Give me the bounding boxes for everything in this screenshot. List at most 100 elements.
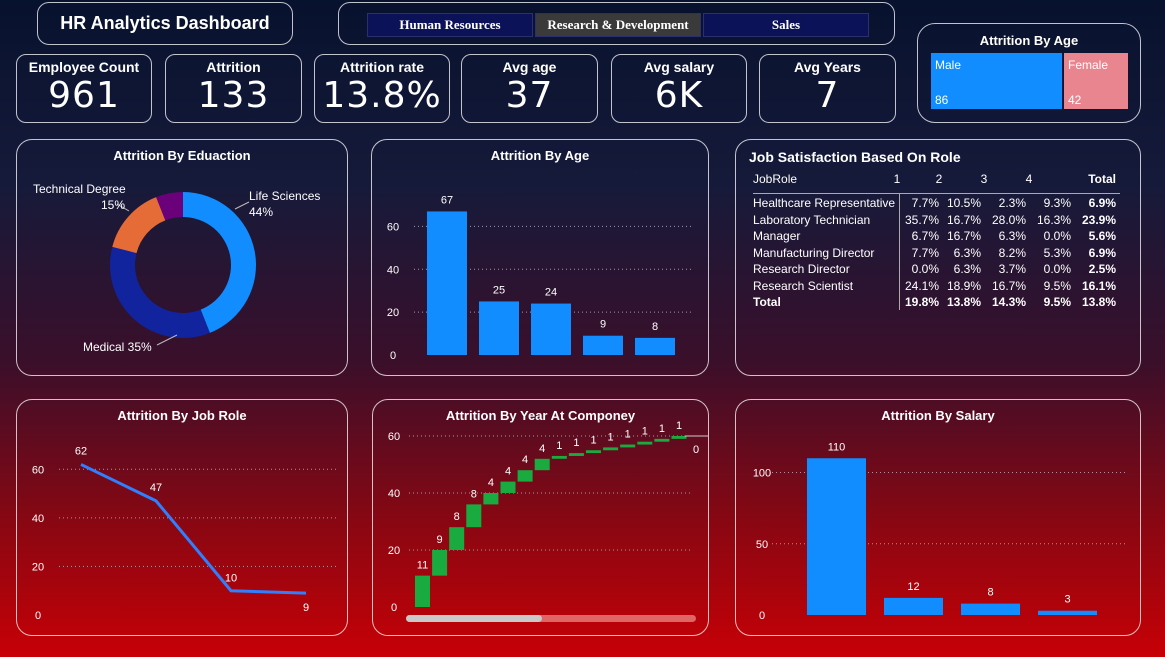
age-bar-panel: Attrition By Age 0 20 40 60 67 25 24 9 8 (371, 139, 709, 376)
waterfall-bar[interactable] (517, 470, 533, 482)
data-label: 1 (608, 431, 614, 443)
male-value: 86 (935, 93, 949, 107)
female-label: Female (1068, 58, 1109, 72)
waterfall-bar[interactable] (466, 504, 482, 528)
kpi-attrition-rate: Attrition rate 13.8% (314, 54, 450, 123)
med-leader-line (156, 334, 178, 346)
waterfall-bar[interactable] (568, 453, 584, 456)
y-tick-label: 40 (388, 488, 400, 500)
bar[interactable] (531, 303, 571, 355)
table-cell-value: 1 (893, 172, 901, 186)
table-cell-value: 23.9% (1081, 212, 1116, 227)
life-leader-line (234, 201, 250, 210)
bar[interactable] (427, 211, 467, 355)
kpi-label: Avg age (502, 59, 557, 75)
life-sciences-label: Life Sciences (249, 189, 320, 203)
horizontal-scrollbar-track[interactable] (406, 615, 696, 622)
y-tick-label: 20 (32, 561, 44, 573)
waterfall-bar[interactable] (415, 575, 430, 607)
series-line[interactable] (80, 463, 307, 595)
waterfall-bar[interactable] (603, 447, 619, 451)
bar[interactable] (635, 337, 675, 355)
kpi-value: 6K (654, 75, 704, 116)
data-label: 10 (225, 573, 237, 585)
table-cell-value: 24.1% (904, 278, 939, 293)
department-tabs: Human Resources Research & Development S… (338, 2, 895, 45)
kpi-avg-years: Avg Years 7 (759, 54, 896, 123)
tab-human-resources[interactable]: Human Resources (367, 13, 533, 37)
bar[interactable] (1038, 610, 1097, 615)
waterfall-bar[interactable] (654, 438, 670, 442)
waterfall-bar[interactable] (483, 493, 499, 505)
table-cell-value: 5.6% (1088, 229, 1116, 243)
table-cell-value: 6.7% (911, 229, 939, 243)
table-cell-value: 6.3% (953, 262, 981, 276)
data-label: 1 (625, 429, 631, 441)
table-cell-role: Laboratory Technician (753, 212, 871, 227)
table-row: Research Director 0.0% 6.3% 3.7% 0.0% 2.5% (753, 262, 1133, 278)
data-label: 62 (75, 445, 87, 457)
y-tick-label: 0 (35, 610, 41, 622)
data-label: 1 (590, 434, 596, 446)
waterfall-bar[interactable] (637, 441, 653, 445)
dashboard-title: HR Analytics Dashboard (60, 13, 270, 33)
job-satisfaction-panel: Job Satisfaction Based On Role JobRole 1 2… (735, 139, 1141, 376)
waterfall-bar[interactable] (671, 436, 687, 439)
tab-sales[interactable]: Sales (703, 13, 869, 37)
waterfall-bar[interactable] (586, 450, 601, 454)
salary-bar-panel: Attrition By Salary 0 50 100 110 12 8 3 (735, 399, 1141, 636)
table-cell-value: 19.8% (904, 295, 939, 309)
table-cell-value: 0.0% (1043, 229, 1071, 243)
kpi-value: 133 (197, 75, 270, 116)
table-cell-value: 9.5% (1043, 278, 1071, 293)
y-tick-label: 40 (32, 513, 44, 525)
years-waterfall-chart: 0204060119884444 1 1 1 1 1 1 1 10 (388, 420, 708, 614)
data-label: 24 (545, 287, 557, 299)
data-label: 9 (303, 602, 309, 614)
horizontal-scrollbar-thumb[interactable] (406, 615, 542, 622)
waterfall-bar[interactable] (432, 550, 448, 576)
data-label: 8 (652, 321, 658, 333)
bar[interactable] (884, 597, 943, 615)
table-cell-role: Healthcare Representative (753, 196, 896, 210)
waterfall-bar[interactable] (500, 481, 516, 493)
table-cell-value: 18.9% (946, 278, 981, 293)
gender-panel: Attrition By Age Male 86 Female 42 (917, 23, 1141, 123)
table-cell-value: 7.7% (911, 196, 939, 210)
table-row: Research Scientist 24.1% 18.9% 16.7% 9.5% 16.… (753, 279, 1133, 295)
female-value: 42 (1068, 93, 1082, 107)
table-cell-value: 16.7% (946, 212, 981, 227)
bar[interactable] (479, 301, 519, 355)
data-label: 9 (437, 534, 443, 546)
table-cell-value: 14.3% (991, 295, 1026, 309)
data-label: 110 (828, 441, 846, 453)
table-cell-value: 7.7% (911, 245, 939, 260)
bar[interactable] (807, 458, 866, 615)
table-header-divider (753, 193, 1120, 194)
male-tile[interactable]: Male 86 (931, 53, 1062, 109)
male-label: Male (935, 58, 962, 72)
table-cell-role: Research Scientist (753, 278, 854, 293)
kpi-value: 7 (815, 75, 840, 116)
waterfall-bar[interactable] (551, 455, 567, 459)
waterfall-bar[interactable] (449, 527, 465, 550)
kpi-label: Attrition (206, 59, 261, 75)
waterfall-bar[interactable] (534, 458, 550, 471)
tab-research-development[interactable]: Research & Development (535, 13, 701, 37)
data-label: 9 (600, 319, 606, 331)
donut-slice-medical[interactable] (109, 246, 210, 338)
female-tile[interactable]: Female 42 (1064, 53, 1128, 109)
table-row: Manager 6.7% 16.7% 6.3% 0.0% 5.6% (753, 229, 1133, 245)
bar[interactable] (583, 335, 623, 355)
bar[interactable] (961, 603, 1020, 615)
table-cell-value: 3 (980, 172, 988, 186)
waterfall-bar[interactable] (620, 444, 636, 448)
table-cell-role: Manager (753, 229, 801, 243)
kpi-label: Attrition rate (340, 59, 424, 75)
data-label: 8 (987, 587, 993, 599)
table-cell-value: 5.3% (1043, 245, 1071, 260)
data-label: 11 (417, 560, 428, 572)
kpi-value: 13.8% (322, 75, 442, 116)
data-label: 1 (573, 437, 579, 449)
table-row: Healthcare Representative 7.7% 10.5% 2.3% 9.… (753, 196, 1133, 212)
